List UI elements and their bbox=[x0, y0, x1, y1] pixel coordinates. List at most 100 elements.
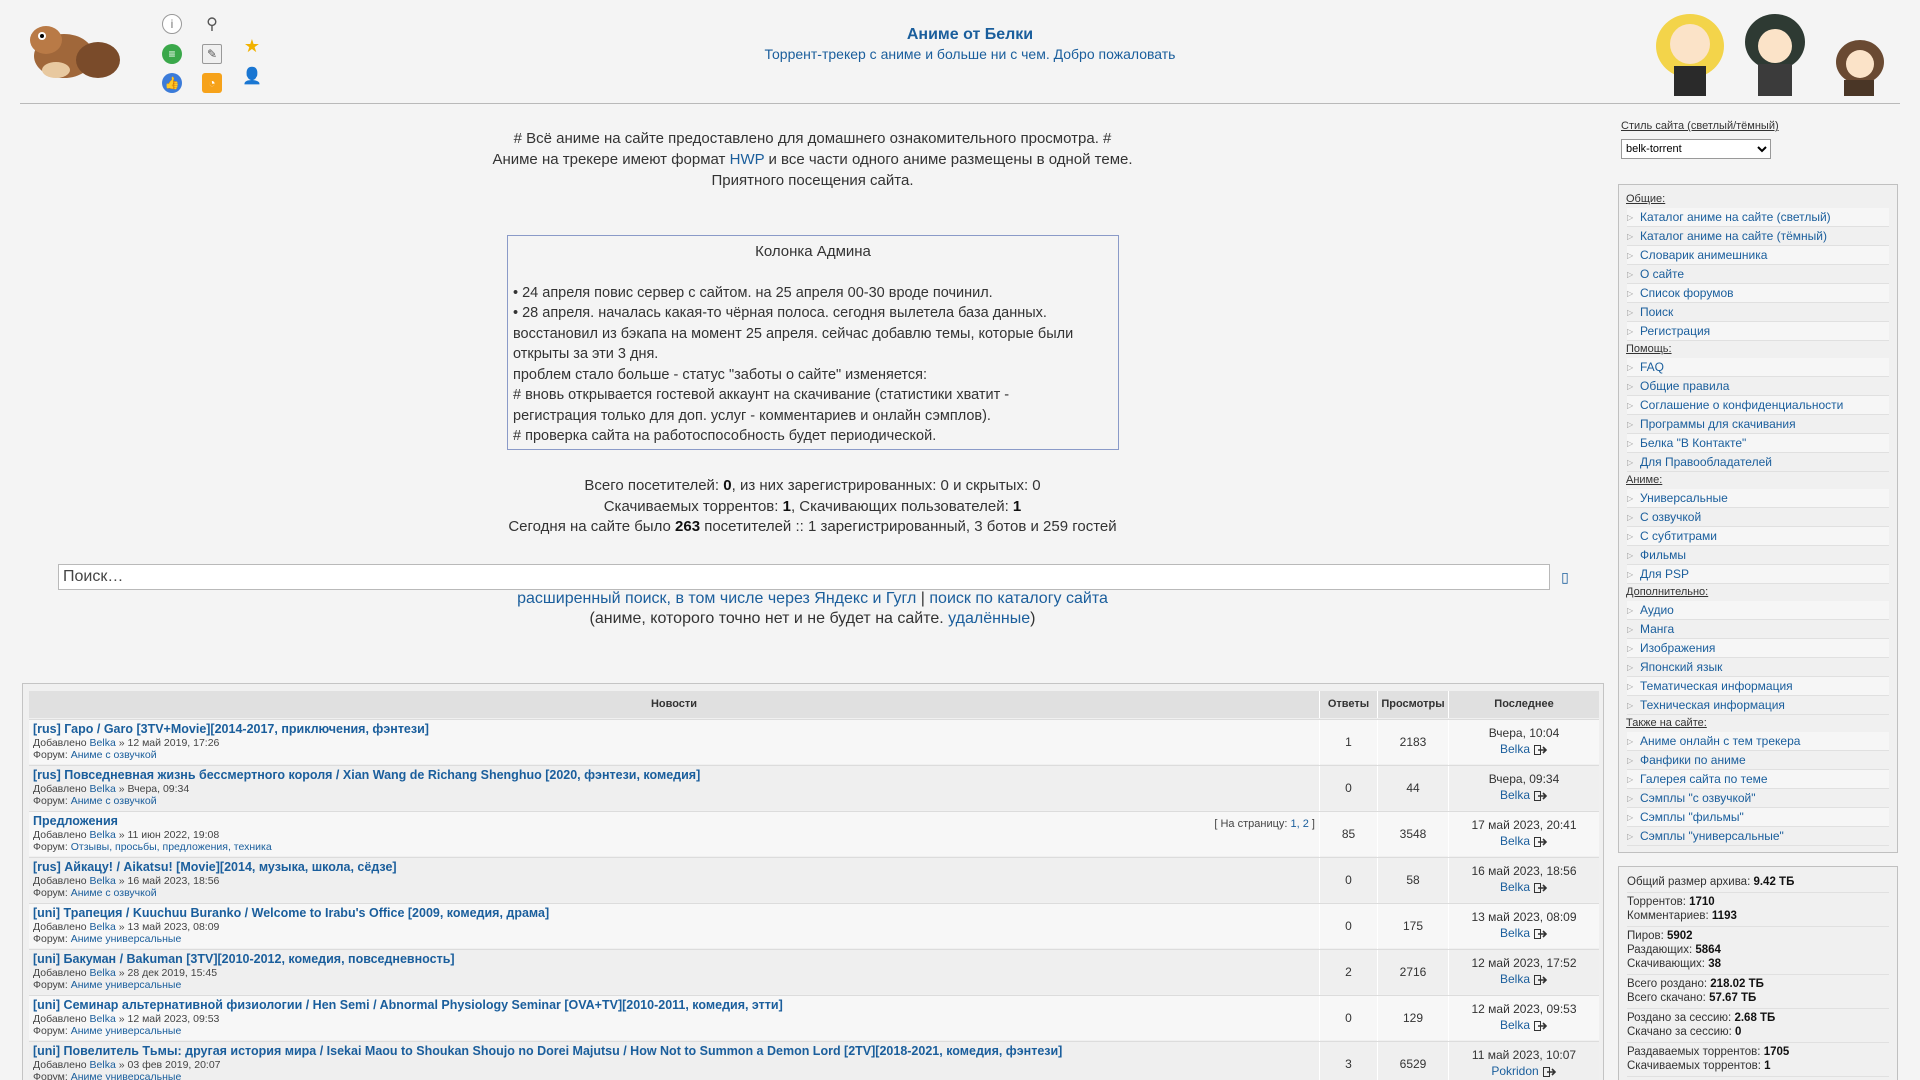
news-topic-title[interactable]: [uni] Бакуман / Bakuman [3TV][2010-2012,… bbox=[33, 952, 1315, 967]
sidebar-menu-item[interactable]: ▷ Словарик анимешника bbox=[1627, 246, 1889, 265]
author-link[interactable]: Belka bbox=[90, 783, 116, 795]
sidebar-menu-item[interactable]: ▷ Каталог аниме на сайте (тёмный) bbox=[1627, 227, 1889, 246]
last-post-user[interactable]: Belka bbox=[1500, 788, 1530, 802]
views-count: 2183 bbox=[1377, 720, 1448, 765]
sidebar-menu-item[interactable]: ▷ Аниме онлайн с тем трекера bbox=[1627, 732, 1889, 751]
like-icon[interactable]: 👍 bbox=[162, 73, 182, 93]
last-post-user[interactable]: Belka bbox=[1500, 880, 1530, 894]
sidebar-menu-item[interactable]: ▷ Для Правообладателей bbox=[1627, 453, 1889, 472]
forum-link[interactable]: Аниме с озвучкой bbox=[71, 795, 157, 807]
sidebar-menu-item[interactable]: ▷ FAQ bbox=[1627, 358, 1889, 377]
col-header-topic[interactable]: Новости bbox=[29, 691, 1319, 718]
sidebar-menu-item[interactable]: ▷ Универсальные bbox=[1627, 489, 1889, 508]
news-topic-title[interactable]: [uni] Семинар альтернативной физиологии … bbox=[33, 998, 1315, 1013]
sidebar-menu-item[interactable]: ▷ Изображения bbox=[1627, 639, 1889, 658]
stat-value: 1193 bbox=[1711, 910, 1737, 922]
sidebar-menu-item[interactable]: ▷ Манга bbox=[1627, 620, 1889, 639]
sidebar-menu-item[interactable]: ▷ Соглашение о конфиденциальности bbox=[1627, 396, 1889, 415]
replies-count: 0 bbox=[1319, 904, 1377, 949]
sidebar-menu-item[interactable]: ▷ Фильмы bbox=[1627, 546, 1889, 565]
col-header-views[interactable]: Просмотры bbox=[1377, 691, 1448, 718]
author-link[interactable]: Belka bbox=[90, 875, 116, 887]
search-submit-icon[interactable]: ▯ bbox=[1552, 564, 1578, 590]
go-to-last-post-icon[interactable] bbox=[1534, 974, 1548, 985]
last-post-user[interactable]: Belka bbox=[1500, 972, 1530, 986]
sidebar-menu-item[interactable]: ▷ Сэмплы "фильмы" bbox=[1627, 808, 1889, 827]
triangle-bullet-icon: ▷ bbox=[1627, 756, 1634, 765]
menu-section-list: ▷ Каталог аниме на сайте (светлый) ▷ Катало… bbox=[1627, 208, 1889, 341]
forum-link[interactable]: Аниме с озвучкой bbox=[71, 749, 157, 761]
news-topic-title[interactable]: Предложения bbox=[33, 814, 1315, 829]
author-link[interactable]: Belka bbox=[90, 1059, 116, 1071]
news-topic-title[interactable]: [rus] Повседневная жизнь бессмертного ко… bbox=[33, 768, 1315, 783]
edit-icon[interactable]: ✎ bbox=[202, 44, 222, 64]
author-link[interactable]: Belka bbox=[90, 967, 116, 979]
last-post-user[interactable]: Belka bbox=[1500, 926, 1530, 940]
author-link[interactable]: Belka bbox=[90, 921, 116, 933]
last-post-user[interactable]: Pokridon bbox=[1491, 1064, 1538, 1078]
go-to-last-post-icon[interactable] bbox=[1534, 882, 1548, 893]
search-input[interactable] bbox=[58, 564, 1550, 590]
forum-link[interactable]: Аниме с озвучкой bbox=[71, 887, 157, 899]
last-post-user[interactable]: Belka bbox=[1500, 834, 1530, 848]
star-icon[interactable]: ★ bbox=[242, 36, 262, 56]
list-icon[interactable]: ≡ bbox=[162, 44, 182, 64]
sidebar-menu-item[interactable]: ▷ О сайте bbox=[1627, 265, 1889, 284]
advanced-search-link[interactable]: расширенный поиск, в том числе через Янд… bbox=[517, 590, 916, 607]
forum-link[interactable]: Аниме универсальные bbox=[71, 1071, 182, 1080]
sidebar-menu-item-label: Для Правообладателей bbox=[1640, 455, 1772, 469]
site-title[interactable]: Аниме от Белки bbox=[620, 26, 1320, 44]
hwp-link[interactable]: HWP bbox=[730, 151, 765, 168]
sidebar-menu-item[interactable]: ▷ Для PSP bbox=[1627, 565, 1889, 584]
sidebar-menu-item[interactable]: ▷ Сэмплы "универсальные" bbox=[1627, 827, 1889, 846]
search-icon[interactable]: ⚲ bbox=[202, 14, 222, 34]
forum-link[interactable]: Аниме универсальные bbox=[71, 979, 182, 991]
author-link[interactable]: Belka bbox=[90, 737, 116, 749]
news-topic-title[interactable]: [rus] Гаро / Garo [3TV+Movie][2014-2017,… bbox=[33, 722, 1315, 737]
go-to-last-post-icon[interactable] bbox=[1534, 836, 1548, 847]
go-to-last-post-icon[interactable] bbox=[1534, 1020, 1548, 1031]
news-topic-title[interactable]: [uni] Трапеция / Kuuchuu Buranko / Welco… bbox=[33, 906, 1315, 921]
sidebar-menu-item[interactable]: ▷ Список форумов bbox=[1627, 284, 1889, 303]
go-to-last-post-icon[interactable] bbox=[1534, 744, 1548, 755]
forum-link[interactable]: Отзывы, просьбы, предложения, техника bbox=[71, 841, 272, 853]
sidebar-menu-item[interactable]: ▷ Аудио bbox=[1627, 601, 1889, 620]
go-to-last-post-icon[interactable] bbox=[1534, 790, 1548, 801]
sidebar-menu-item[interactable]: ▷ Общие правила bbox=[1627, 377, 1889, 396]
news-topic-title[interactable]: [rus] Айкацу! / Aikatsu! [Movie][2014, м… bbox=[33, 860, 1315, 875]
sidebar-menu-item[interactable]: ▷ С озвучкой bbox=[1627, 508, 1889, 527]
go-to-last-post-icon[interactable] bbox=[1542, 1066, 1557, 1077]
sidebar-menu-item[interactable]: ▷ Поиск bbox=[1627, 303, 1889, 322]
rss-icon[interactable]: ◔ bbox=[202, 73, 222, 93]
sidebar-menu-item[interactable]: ▷ Белка "В Контакте" bbox=[1627, 434, 1889, 453]
sidebar-menu-item[interactable]: ▷ Техническая информация bbox=[1627, 696, 1889, 715]
squirrel-logo[interactable] bbox=[26, 10, 126, 86]
sidebar-menu-item[interactable]: ▷ Японский язык bbox=[1627, 658, 1889, 677]
catalog-search-link[interactable]: поиск по каталогу сайта bbox=[929, 590, 1107, 607]
sidebar-menu-item[interactable]: ▷ Сэмплы "с озвучкой" bbox=[1627, 789, 1889, 808]
style-select[interactable]: belk-torrent bbox=[1621, 139, 1771, 159]
last-post-user[interactable]: Belka bbox=[1500, 742, 1530, 756]
style-switcher-label[interactable]: Стиль сайта (светлый/тёмный) bbox=[1621, 120, 1897, 132]
sidebar-menu-item[interactable]: ▷ Галерея сайта по теме bbox=[1627, 770, 1889, 789]
sidebar-menu-item[interactable]: ▷ Тематическая информация bbox=[1627, 677, 1889, 696]
forum-link[interactable]: Аниме универсальные bbox=[71, 933, 182, 945]
sidebar-menu-item[interactable]: ▷ Программы для скачивания bbox=[1627, 415, 1889, 434]
author-link[interactable]: Belka bbox=[90, 829, 116, 841]
deleted-link[interactable]: удалённые bbox=[948, 610, 1030, 627]
sidebar-menu-item[interactable]: ▷ Каталог аниме на сайте (светлый) bbox=[1627, 208, 1889, 227]
col-header-replies[interactable]: Ответы bbox=[1319, 691, 1377, 718]
user-icon[interactable]: 👤 bbox=[242, 66, 262, 86]
forum-link[interactable]: Аниме универсальные bbox=[71, 1025, 182, 1037]
info-icon[interactable]: i bbox=[162, 14, 182, 34]
news-topic-title[interactable]: [uni] Повелитель Тьмы: другая история ми… bbox=[33, 1044, 1315, 1059]
page-links[interactable]: 1, 2 bbox=[1291, 818, 1309, 830]
sidebar-menu-item[interactable]: ▷ С субтитрами bbox=[1627, 527, 1889, 546]
users-label: , Скачивающих пользователей: bbox=[790, 497, 1013, 515]
go-to-last-post-icon[interactable] bbox=[1534, 928, 1548, 939]
sidebar-menu-item[interactable]: ▷ Регистрация bbox=[1627, 322, 1889, 341]
last-post-user[interactable]: Belka bbox=[1500, 1018, 1530, 1032]
col-header-last[interactable]: Последнее bbox=[1448, 691, 1599, 718]
author-link[interactable]: Belka bbox=[90, 1013, 116, 1025]
sidebar-menu-item[interactable]: ▷ Фанфики по аниме bbox=[1627, 751, 1889, 770]
